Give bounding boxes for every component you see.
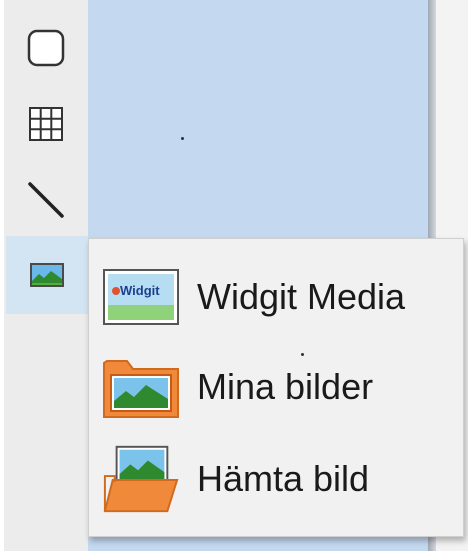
rounded-rectangle-icon (27, 29, 65, 67)
rounded-rectangle-tool[interactable] (14, 16, 78, 80)
folder-image-icon (101, 355, 181, 419)
image-source-menu: Widgit Widgit Media Mina bilder Hämta bi… (88, 238, 464, 537)
menu-item-label: Mina bilder (197, 366, 374, 407)
left-toolbar (4, 0, 88, 551)
line-icon (28, 182, 64, 218)
widgit-media-icon: Widgit (101, 265, 181, 329)
app-frame: Widgit Widgit Media Mina bilder Hämta bi… (0, 0, 468, 551)
table-tool[interactable] (14, 92, 78, 156)
canvas-dot (181, 137, 184, 140)
open-image-icon (101, 445, 181, 513)
menu-item-label: Hämta bild (197, 458, 370, 499)
menu-item-hamta-bild[interactable]: Hämta bild (101, 439, 451, 519)
svg-text:Widgit: Widgit (120, 283, 160, 298)
image-icon (30, 263, 64, 287)
menu-item-widgit-media[interactable]: Widgit Widgit Media (101, 257, 451, 337)
image-tool[interactable] (6, 236, 88, 314)
menu-item-label: Widgit Media (197, 276, 406, 317)
menu-item-mina-bilder[interactable]: Mina bilder (101, 347, 451, 427)
canvas-dot (301, 353, 304, 356)
table-grid-icon (29, 107, 63, 141)
line-tool[interactable] (14, 168, 78, 232)
